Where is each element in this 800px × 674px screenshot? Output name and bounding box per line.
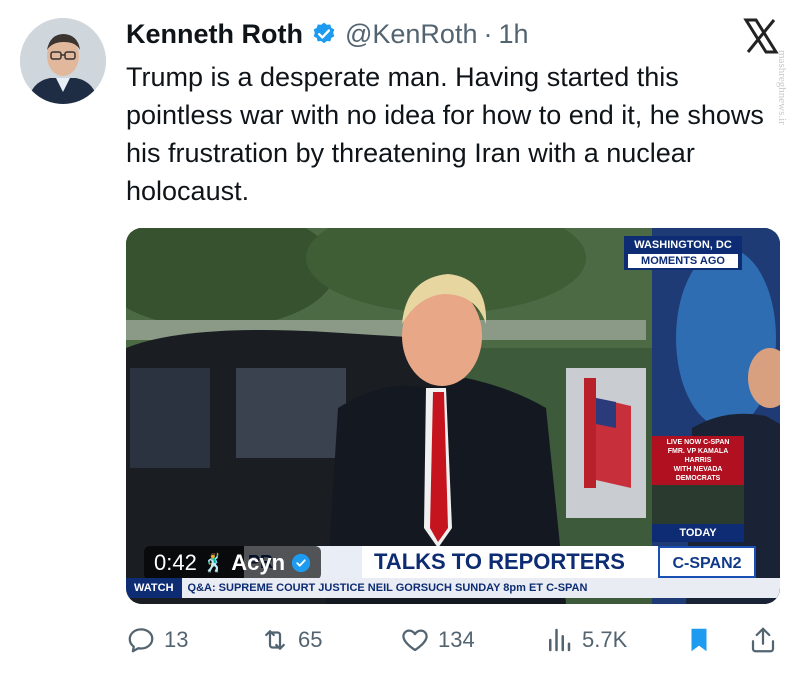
location-text: WASHINGTON, DC — [634, 239, 732, 251]
verified-badge-icon — [313, 22, 335, 44]
network-label: C-SPAN2 — [658, 546, 756, 578]
verified-badge-icon — [291, 553, 311, 573]
views-count: 5.7K — [582, 627, 628, 652]
repost-button[interactable]: 65 — [260, 620, 322, 660]
author-avatar[interactable] — [20, 18, 106, 104]
moments-ago-text: MOMENTS AGO — [628, 254, 738, 268]
today-label: TODAY — [652, 524, 744, 542]
bookmark-icon — [691, 628, 707, 652]
bookmark-button[interactable] — [684, 620, 714, 660]
author-handle[interactable]: @KenRoth — [345, 19, 477, 50]
live-line: LIVE NOW C-SPAN — [666, 439, 730, 446]
tweet-text: Trump is a desperate man. Having started… — [126, 62, 764, 206]
tweet-header: Kenneth Roth @KenRoth · 1h — [126, 14, 529, 54]
live-line: FMR. VP KAMALA HARRIS — [667, 448, 729, 464]
ticker-text: Q&A: SUPREME COURT JUSTICE NEIL GORSUCH … — [187, 582, 588, 594]
author-name[interactable]: Kenneth Roth — [126, 19, 303, 50]
ticker-tag: WATCH — [126, 578, 182, 598]
video-overlay-badge: 0:42 🕺 Acyn — [144, 546, 322, 580]
chyron-headline: TALKS TO REPORTERS — [362, 546, 658, 578]
tweet-timestamp[interactable]: 1h — [498, 19, 528, 50]
repost-icon — [265, 630, 285, 650]
avatar-image — [20, 18, 106, 104]
dance-icon: 🕺 — [202, 553, 226, 573]
tweet-video[interactable]: WASHINGTON, DC MOMENTS AGO LIVE NOW C-SP… — [126, 228, 780, 604]
like-count: 134 — [438, 627, 475, 652]
like-button[interactable]: 134 — [400, 620, 475, 660]
share-icon — [751, 627, 775, 653]
live-line: WITH NEVADA DEMOCRATS — [673, 466, 723, 482]
views-button[interactable]: 5.7K — [544, 620, 627, 660]
reply-icon — [128, 628, 154, 653]
views-icon — [549, 628, 571, 652]
heart-icon — [402, 629, 428, 652]
live-now-overlay: LIVE NOW C-SPAN FMR. VP KAMALA HARRIS WI… — [652, 436, 744, 485]
action-bar: 13 65 134 5.7K — [126, 620, 780, 660]
reply-count: 13 — [164, 627, 189, 652]
header-separator: · — [483, 18, 493, 49]
video-credit[interactable]: Acyn — [231, 546, 285, 580]
video-duration: 0:42 — [154, 550, 197, 575]
repost-count: 65 — [298, 627, 323, 652]
news-ticker: WATCH Q&A: SUPREME COURT JUSTICE NEIL GO… — [126, 578, 780, 598]
location-overlay: WASHINGTON, DC MOMENTS AGO — [624, 236, 742, 270]
reply-button[interactable]: 13 — [126, 620, 188, 660]
share-button[interactable] — [748, 620, 778, 660]
